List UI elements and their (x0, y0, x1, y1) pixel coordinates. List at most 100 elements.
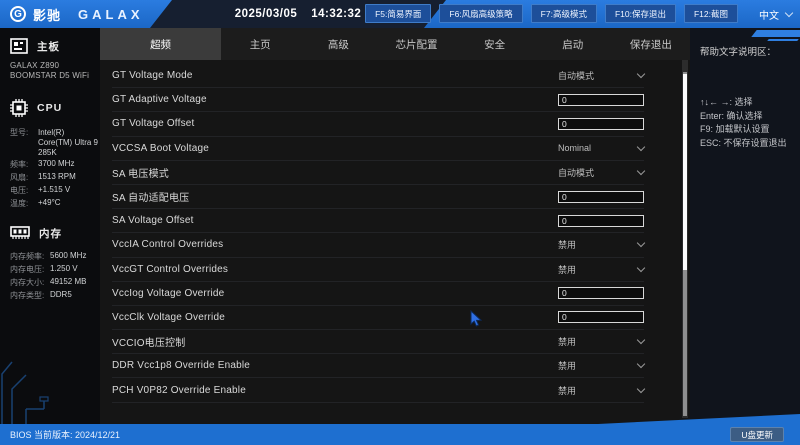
stat-value: 1.250 V (50, 264, 78, 273)
settings-row: VCCIO电压控制 禁用 (112, 330, 646, 355)
setting-input[interactable]: 0 (558, 93, 644, 106)
chevron-down-icon (784, 8, 794, 17)
stat-key: 温度: (10, 198, 29, 208)
stat-key: 风扇: (10, 172, 29, 182)
stat-row: 型号: Intel(R) Core(TM) Ultra 9 285K (10, 126, 98, 158)
settings-row: GT Voltage Mode 自动模式 (112, 64, 646, 89)
setting-input[interactable]: 0 (558, 214, 644, 227)
setting-label: VccIog Voltage Override (112, 287, 225, 299)
bottom-bar: BIOS 当前版本: 2024/12/21 U盘更新 (0, 424, 800, 445)
setting-dropdown[interactable]: 禁用 (558, 384, 646, 397)
settings-row: SA 自动适配电压 0 (112, 185, 644, 210)
tab-bar: 超频 主页 高级 芯片配置 安全 启动 保存退出 (100, 28, 690, 60)
bios-screen: G 影驰 GALAX 2025/03/05 14:32:32 F5:简易界面 F6… (0, 0, 800, 445)
board-section: 主板 (0, 28, 100, 54)
help-lines: ↑↓← →: 选择 Enter: 确认选择 F9: 加载默认设置 ESC: 不保存设置… (690, 58, 800, 150)
bios-version-label: BIOS 当前版本: 2024/12/21 (10, 430, 121, 440)
top-bar: G 影驰 GALAX 2025/03/05 14:32:32 F5:简易界面 F6… (0, 0, 800, 28)
tab-保存退出[interactable]: 保存退出 (612, 28, 690, 60)
fkey-button[interactable]: F12:截图 (683, 4, 738, 23)
settings-row: VccIog Voltage Override 0 (112, 282, 644, 306)
date-text: 2025/03/05 (234, 8, 298, 20)
stat-value: DDR5 (50, 290, 72, 299)
setting-dropdown[interactable]: 自动模式 (558, 69, 646, 82)
settings-row: DDR Vcc1p8 Override Enable 禁用 (112, 354, 646, 379)
stat-value: 3700 MHz (38, 159, 75, 168)
scrollbar-track[interactable] (682, 60, 688, 418)
tab-芯片配置[interactable]: 芯片配置 (377, 28, 455, 60)
tab-超频[interactable]: 超频 (100, 28, 222, 60)
setting-dropdown[interactable]: 禁用 (558, 263, 646, 276)
setting-label: GT Adaptive Voltage (112, 94, 207, 106)
fkey-button[interactable]: F6:风扇高级策略 (439, 4, 523, 23)
setting-label: GT Voltage Mode (112, 70, 193, 82)
stat-key: 内存类型: (10, 290, 45, 300)
help-panel: 帮助文字说明区： ↑↓← →: 选择 Enter: 确认选择 F9: 加载默认设置 E… (690, 28, 800, 424)
cpu-section: CPU (0, 81, 100, 117)
tab-主页[interactable]: 主页 (221, 28, 299, 60)
setting-dropdown[interactable]: 自动模式 (558, 166, 646, 179)
setting-label: DDR Vcc1p8 Override Enable (112, 360, 251, 372)
setting-dropdown[interactable]: Nominal (558, 142, 646, 154)
settings-list: GT Voltage Mode 自动模式 GT Adaptive Voltage 0 G… (100, 60, 690, 403)
setting-label: VccIA Control Overrides (112, 239, 224, 251)
help-line: ↑↓← →: 选择 (700, 97, 753, 107)
setting-input[interactable]: 0 (558, 287, 644, 300)
help-accent-shape-2 (767, 39, 799, 41)
stat-key: 型号: (10, 128, 29, 137)
dropdown-value: 禁用 (558, 337, 577, 348)
settings-row: PCH V0P82 Override Enable 禁用 (112, 378, 646, 403)
usb-update-button[interactable]: U盘更新 (730, 427, 784, 442)
settings-row: VccClk Voltage Override 0 (112, 306, 644, 331)
tab-安全[interactable]: 安全 (456, 28, 534, 60)
setting-label: SA Voltage Offset (112, 215, 194, 227)
settings-row: SA Voltage Offset 0 (112, 209, 644, 234)
stat-row: 风扇: 1513 RPM (10, 171, 98, 184)
setting-label: VccGT Control Overrides (112, 263, 229, 275)
stat-key: 频率: (10, 159, 29, 169)
memory-section: 内存 (0, 210, 100, 241)
settings-row: VccIA Control Overrides 禁用 (112, 233, 646, 258)
stat-key: 电压: (10, 185, 29, 195)
dropdown-value: Nominal (558, 143, 592, 154)
setting-label: SA 电压模式 (112, 168, 169, 180)
stat-key: 内存大小: (10, 277, 45, 287)
stat-row: 频率: 3700 MHz (10, 158, 98, 171)
setting-dropdown[interactable]: 禁用 (558, 238, 646, 251)
brand-en: GALAX (78, 6, 144, 22)
fkey-button[interactable]: F7:高级模式 (530, 4, 597, 23)
setting-input[interactable]: 0 (558, 311, 644, 324)
chevron-down-icon (636, 360, 646, 369)
setting-label: VCCIO电压控制 (112, 338, 186, 350)
tab-高级[interactable]: 高级 (299, 28, 377, 60)
hardware-sidebar: 主板 GALAX Z890 BOOMSTAR D5 WiFi CPU 型号: In… (0, 28, 100, 424)
stat-value: 5600 MHz (50, 251, 87, 260)
stat-value: +49°C (38, 198, 61, 207)
settings-row: GT Voltage Offset 0 (112, 112, 644, 137)
stat-key: 内存电压: (10, 264, 45, 274)
chevron-down-icon (636, 263, 646, 272)
chevron-down-icon (636, 142, 646, 151)
cpu-stats: 型号: Intel(R) Core(TM) Ultra 9 285K 频率: 3700… (0, 124, 100, 210)
setting-dropdown[interactable]: 禁用 (558, 335, 646, 348)
tab-启动[interactable]: 启动 (534, 28, 612, 60)
language-label: 中文 (759, 10, 779, 22)
memory-section-title: 内存 (39, 227, 62, 240)
memory-icon (10, 226, 30, 239)
fkey-button[interactable]: F10:保存退出 (604, 4, 676, 23)
language-selector[interactable]: 中文 (759, 0, 794, 28)
setting-dropdown[interactable]: 禁用 (558, 359, 646, 372)
chevron-down-icon (636, 166, 646, 176)
scrollbar-thumb[interactable] (683, 74, 687, 270)
fkey-button[interactable]: F5:简易界面 (365, 4, 432, 23)
dropdown-value: 禁用 (558, 385, 577, 396)
setting-label: GT Voltage Offset (112, 118, 195, 130)
brand-cn: 影驰 (33, 7, 62, 23)
help-line: Enter: 确认选择 (700, 110, 763, 121)
dropdown-value: 禁用 (558, 264, 577, 275)
setting-input[interactable]: 0 (558, 117, 644, 130)
settings-row: VCCSA Boot Voltage Nominal (112, 137, 646, 161)
setting-input[interactable]: 0 (558, 190, 644, 203)
settings-row: SA 电压模式 自动模式 (112, 161, 646, 185)
setting-label: SA 自动适配电压 (112, 193, 190, 205)
